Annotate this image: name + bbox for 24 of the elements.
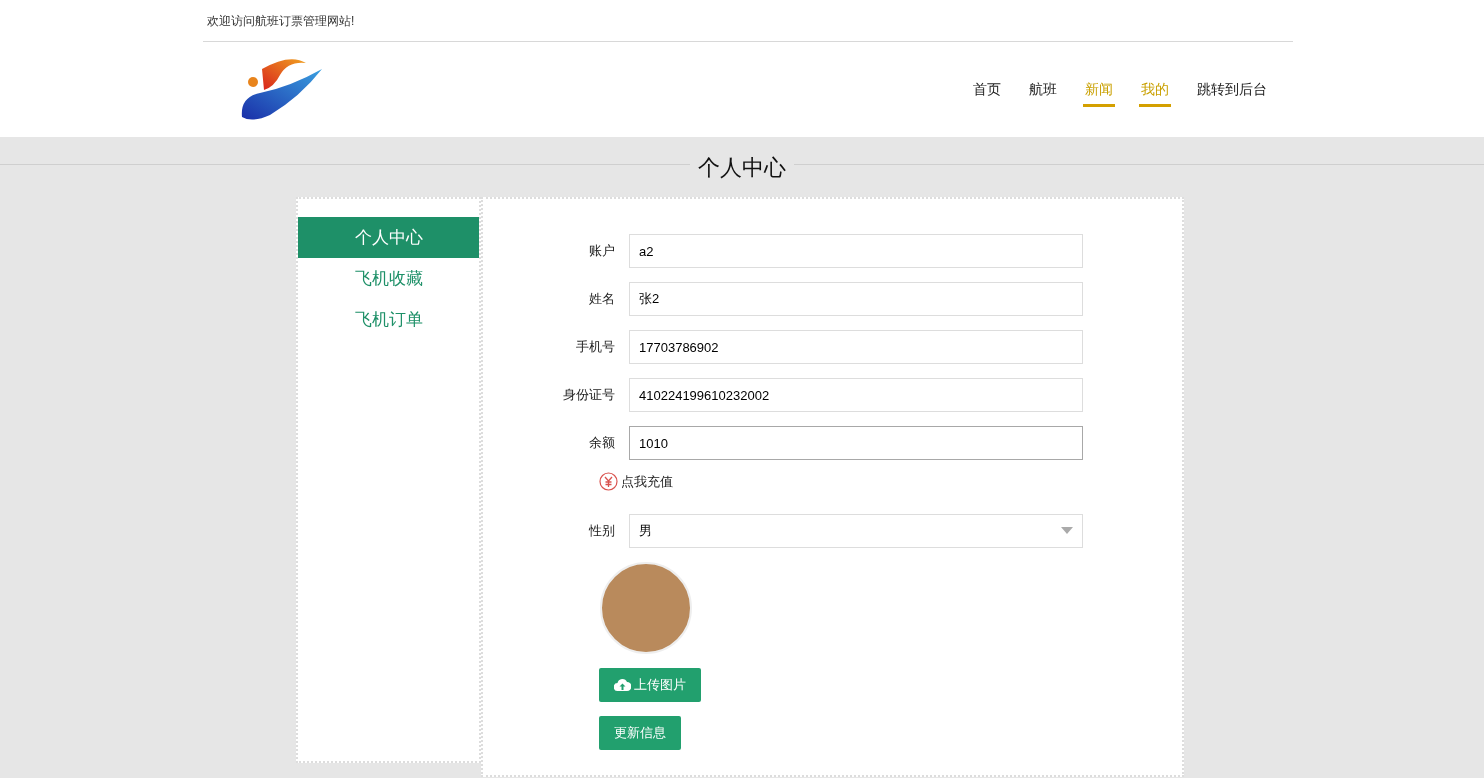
field-label: 姓名 (588, 290, 615, 309)
gender-select[interactable]: 男 (629, 513, 1083, 548)
yuan-icon (599, 472, 618, 492)
input-field[interactable]: 410224199610232002 (629, 378, 1083, 412)
field-label: 手机号 (575, 338, 615, 357)
field-label: 性别 (588, 521, 615, 540)
dropdown-caret-icon (1061, 527, 1073, 534)
sidebar-item[interactable]: 飞机收藏 (298, 258, 479, 299)
input-field[interactable]: 1010 (629, 426, 1083, 460)
nav-link[interactable]: 首页 (971, 79, 1003, 107)
input-field[interactable]: 17703786902 (629, 330, 1083, 364)
logo-icon (240, 56, 324, 123)
sidebar-item[interactable]: 个人中心 (298, 217, 479, 258)
sidebar-item[interactable]: 飞机订单 (298, 299, 479, 340)
nav-link[interactable]: 航班 (1027, 79, 1059, 107)
field-label: 账户 (588, 242, 615, 261)
field-label: 余额 (588, 434, 615, 453)
input-field[interactable]: a2 (629, 234, 1083, 268)
cloud-upload-icon (614, 678, 631, 691)
nav-link[interactable]: 跳转到后台 (1195, 79, 1269, 107)
recharge-link[interactable]: 点我充值 (621, 472, 673, 492)
welcome-text: 欢迎访问航班订票管理网站! (207, 12, 355, 30)
field-label: 身份证号 (562, 386, 615, 405)
input-field[interactable]: 张2 (629, 282, 1083, 316)
